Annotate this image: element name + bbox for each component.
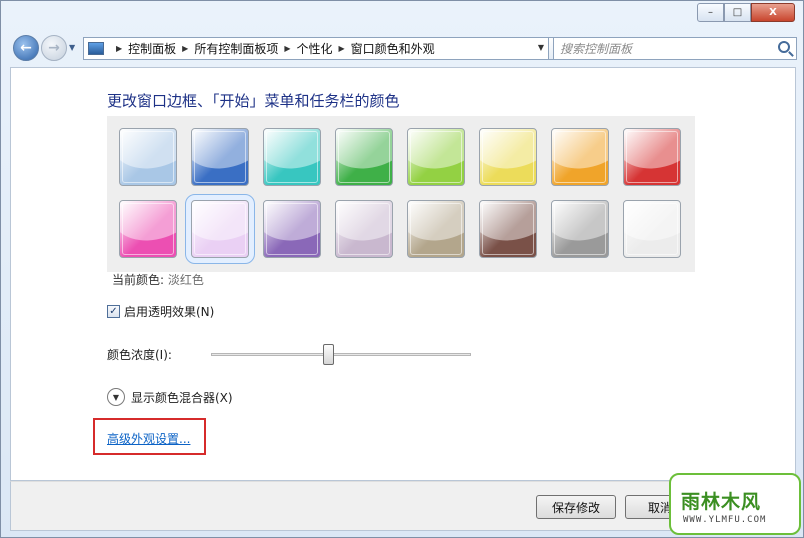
main-content: 更改窗口边框、「开始」菜单和任务栏的颜色 当前颜色: 淡红色 ✓ 启用透明效果(… xyxy=(10,67,796,481)
color-swatch-fuchsia[interactable] xyxy=(119,200,177,258)
address-bar[interactable]: ▶ 控制面板 ▶ 所有控制面板项 ▶ 个性化 ▶ 窗口颜色和外观 ▼ xyxy=(83,37,549,60)
watermark-logo: 雨林木风 WWW.YLMFU.COM xyxy=(669,473,801,535)
minimize-button[interactable]: – xyxy=(697,3,724,22)
breadcrumb-separator[interactable]: ▶ xyxy=(284,44,290,53)
transparency-checkbox[interactable]: ✓ xyxy=(107,305,120,318)
color-swatch-grid xyxy=(107,116,695,272)
breadcrumb-item-window-color[interactable]: 窗口颜色和外观 xyxy=(351,40,435,57)
color-swatch-blush[interactable] xyxy=(185,194,255,264)
breadcrumb-item-personalization[interactable]: 个性化 xyxy=(297,40,333,57)
back-arrow-icon: ← xyxy=(20,40,32,56)
chevron-down-icon[interactable]: ▼ xyxy=(107,388,125,406)
page-title: 更改窗口边框、「开始」菜单和任务栏的颜色 xyxy=(107,92,400,110)
transparency-label[interactable]: 启用透明效果(N) xyxy=(124,303,214,320)
color-swatch-lime[interactable] xyxy=(407,128,465,186)
maximize-icon: □ xyxy=(732,7,743,18)
color-swatch-lavender[interactable] xyxy=(335,200,393,258)
breadcrumb: ▶ 控制面板 ▶ 所有控制面板项 ▶ 个性化 ▶ 窗口颜色和外观 xyxy=(110,40,435,57)
color-swatch-frost[interactable] xyxy=(623,200,681,258)
current-color-label: 当前颜色: xyxy=(112,273,165,287)
search-input[interactable]: 搜索控制面板 xyxy=(553,37,797,60)
color-swatch-sea[interactable] xyxy=(263,128,321,186)
color-mixer-toggle[interactable]: ▼ 显示颜色混合器(X) xyxy=(107,388,233,406)
current-color: 当前颜色: 淡红色 xyxy=(112,271,204,288)
chevron-glyph: ▼ xyxy=(112,392,120,402)
window: – □ X ← → ▼ ▶ 控制面板 ▶ 所有控制面板项 ▶ 个性化 ▶ 窗口颜… xyxy=(0,0,804,538)
recent-pages-dropdown-icon[interactable]: ▼ xyxy=(69,43,75,52)
color-swatch-pumpkin-light[interactable] xyxy=(479,128,537,186)
search-icon[interactable] xyxy=(778,41,790,53)
intensity-slider-thumb[interactable] xyxy=(322,344,334,365)
transparency-option[interactable]: ✓ 启用透明效果(N) xyxy=(107,303,214,320)
watermark-url: WWW.YLMFU.COM xyxy=(683,515,767,525)
close-icon: X xyxy=(769,7,777,18)
intensity-slider-track[interactable] xyxy=(211,353,471,356)
watermark-title: 雨林木风 xyxy=(681,491,762,513)
color-swatch-taupe[interactable] xyxy=(407,200,465,258)
color-swatch-sky[interactable] xyxy=(119,128,177,186)
save-button[interactable]: 保存修改 xyxy=(536,495,616,519)
color-swatch-slate[interactable] xyxy=(551,200,609,258)
search-placeholder: 搜索控制面板 xyxy=(560,42,633,56)
minimize-icon: – xyxy=(708,7,713,18)
close-button[interactable]: X xyxy=(751,3,795,22)
navigation-bar: ← → ▼ ▶ 控制面板 ▶ 所有控制面板项 ▶ 个性化 ▶ 窗口颜色和外观 ▼… xyxy=(9,34,797,62)
breadcrumb-separator[interactable]: ▶ xyxy=(116,44,122,53)
color-swatch-pumpkin[interactable] xyxy=(551,128,609,186)
forward-button[interactable]: → xyxy=(41,35,67,61)
color-swatch-chocolate[interactable] xyxy=(479,200,537,258)
checkmark-icon: ✓ xyxy=(109,305,118,317)
back-button[interactable]: ← xyxy=(13,35,39,61)
maximize-button[interactable]: □ xyxy=(724,3,751,22)
color-swatch-twilight[interactable] xyxy=(191,128,249,186)
control-panel-icon xyxy=(88,42,104,55)
breadcrumb-separator[interactable]: ▶ xyxy=(339,44,345,53)
forward-arrow-icon: → xyxy=(48,40,60,56)
address-dropdown-icon[interactable]: ▼ xyxy=(538,43,544,52)
color-swatch-ruby[interactable] xyxy=(623,128,681,186)
advanced-appearance-link[interactable]: 高级外观设置... xyxy=(107,430,190,447)
caption-buttons: – □ X xyxy=(697,3,795,22)
breadcrumb-separator[interactable]: ▶ xyxy=(182,44,188,53)
current-color-value: 淡红色 xyxy=(167,273,204,287)
breadcrumb-item-control-panel[interactable]: 控制面板 xyxy=(128,40,176,57)
intensity-label: 颜色浓度(I): xyxy=(107,348,172,362)
breadcrumb-item-all-items[interactable]: 所有控制面板项 xyxy=(194,40,278,57)
color-swatch-leaf[interactable] xyxy=(335,128,393,186)
color-swatch-violet[interactable] xyxy=(263,200,321,258)
color-mixer-label[interactable]: 显示颜色混合器(X) xyxy=(131,389,233,406)
